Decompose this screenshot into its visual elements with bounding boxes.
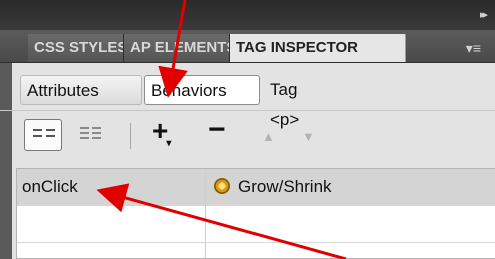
annotation-arrow-behaviors: [158, 0, 188, 98]
annotation-arrow-onclick: [96, 183, 347, 259]
annotation-arrows: [96, 0, 347, 259]
